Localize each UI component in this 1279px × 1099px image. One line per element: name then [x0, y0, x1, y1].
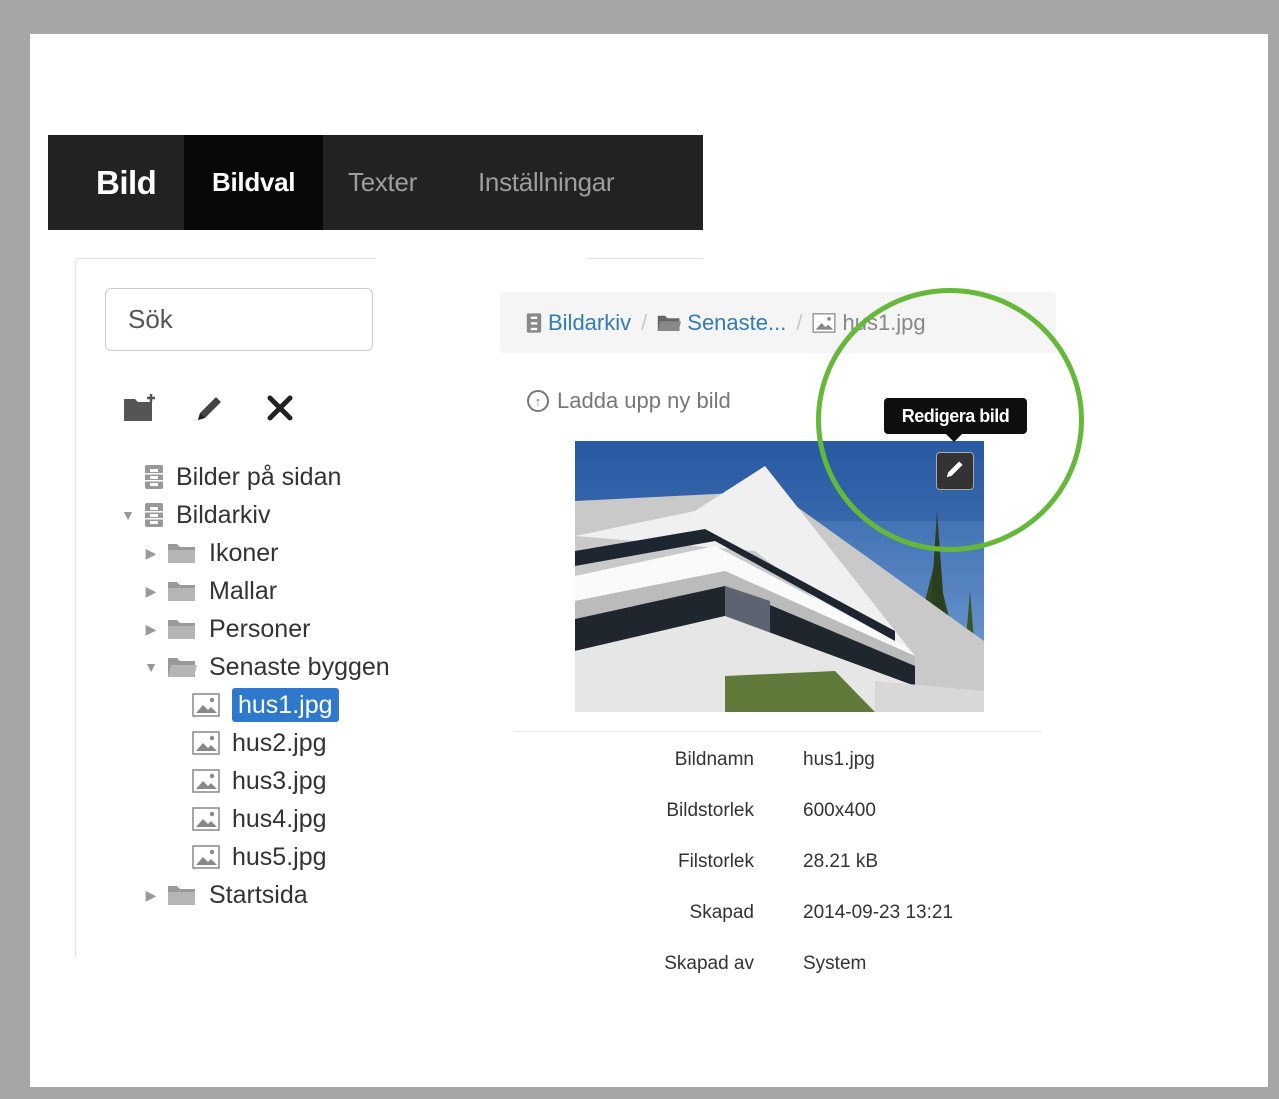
image-icon: [192, 769, 220, 793]
breadcrumb-label: hus1.jpg: [842, 309, 926, 335]
tree-item-bilder-pa-sidan[interactable]: Bilder på sidan: [120, 459, 341, 495]
folder-open-icon: [657, 313, 682, 333]
detail-value-filstorlek: 28.21 kB: [803, 851, 878, 872]
tree-item-label: Bildarkiv: [176, 500, 271, 529]
image-icon: [192, 693, 220, 717]
detail-key-bildnamn: Bildnamn: [674, 749, 754, 770]
caret-right-icon[interactable]: ▶: [143, 545, 159, 562]
tree-item-bildarkiv[interactable]: ▼ Bildarkiv: [120, 497, 270, 533]
upload-new-image-link[interactable]: ↑ Ladda upp ny bild: [527, 388, 731, 414]
detail-value-bildstorlek: 600x400: [803, 800, 876, 821]
image-icon: [192, 731, 220, 755]
archive-icon: [144, 502, 164, 528]
breadcrumb-separator: /: [796, 309, 803, 335]
panel-mask: [703, 230, 1103, 290]
top-navbar: Bild Bildval Texter Inställningar: [48, 135, 703, 230]
detail-key-bildstorlek: Bildstorlek: [666, 800, 754, 821]
tab-texter[interactable]: Texter: [320, 135, 445, 230]
image-icon: [192, 845, 220, 869]
archive-icon: [144, 464, 164, 490]
close-icon[interactable]: [260, 390, 300, 426]
image-preview: [575, 441, 984, 712]
edit-image-tooltip: Redigera bild: [884, 398, 1027, 434]
breadcrumb-senaste[interactable]: Senaste...: [657, 310, 786, 336]
upload-icon: ↑: [527, 390, 549, 412]
image-icon: [812, 312, 836, 333]
search-input[interactable]: [105, 288, 373, 351]
tree-item-label: Ikoner: [209, 538, 279, 567]
folder-icon: [167, 617, 197, 641]
detail-key-filstorlek: Filstorlek: [677, 851, 754, 872]
tree-item-label: Senaste byggen: [209, 652, 390, 681]
tree-item-ikoner[interactable]: ▶ Ikoner: [143, 535, 279, 571]
panel-gap: [376, 248, 586, 268]
folder-open-icon: [167, 655, 197, 679]
tree-item-hus4[interactable]: hus4.jpg: [192, 801, 327, 837]
caret-right-icon[interactable]: ▶: [143, 621, 159, 638]
caret-down-icon[interactable]: ▼: [120, 507, 136, 523]
folder-icon: [167, 541, 197, 565]
tree-item-label: Startsida: [209, 880, 308, 909]
detail-value-skapad-av: System: [803, 953, 867, 974]
pencil-icon[interactable]: [190, 390, 230, 426]
tree-item-hus1[interactable]: hus1.jpg: [192, 687, 339, 723]
tooltip-arrow: [946, 434, 962, 442]
edit-image-button[interactable]: [936, 452, 974, 490]
pencil-icon: [944, 458, 966, 485]
detail-value-skapad: 2014-09-23 13:21: [803, 902, 954, 923]
tree-item-label: hus3.jpg: [232, 766, 327, 795]
tree-item-label: Mallar: [209, 576, 278, 605]
tree-item-label: Bilder på sidan: [176, 462, 342, 491]
tree-item-label: hus1.jpg: [232, 688, 339, 722]
tree-item-label: hus4.jpg: [232, 804, 327, 833]
breadcrumb-label: Bildarkiv: [548, 309, 632, 335]
new-folder-icon[interactable]: [120, 390, 160, 426]
caret-right-icon[interactable]: ▶: [143, 887, 159, 904]
tree-item-hus3[interactable]: hus3.jpg: [192, 763, 327, 799]
tree-item-hus5[interactable]: hus5.jpg: [192, 839, 327, 875]
breadcrumb-label: Senaste...: [687, 309, 787, 335]
tree-item-senaste-byggen[interactable]: ▼ Senaste byggen: [143, 649, 390, 685]
folder-icon: [167, 579, 197, 603]
tree-item-mallar[interactable]: ▶ Mallar: [143, 573, 277, 609]
detail-value-bildnamn: hus1.jpg: [803, 749, 875, 770]
caret-right-icon[interactable]: ▶: [143, 583, 159, 600]
nav-brand[interactable]: Bild: [96, 135, 157, 230]
tree-item-label: hus5.jpg: [232, 842, 327, 871]
folder-icon: [167, 883, 197, 907]
archive-icon: [526, 312, 542, 334]
details-divider: [514, 731, 1042, 732]
tree-item-label: hus2.jpg: [232, 728, 327, 757]
tree-item-startsida[interactable]: ▶ Startsida: [143, 877, 308, 913]
detail-key-skapad: Skapad: [689, 902, 754, 923]
tab-bildval[interactable]: Bildval: [184, 135, 324, 230]
breadcrumb-current: hus1.jpg: [812, 309, 926, 336]
detail-key-skapad-av: Skapad av: [664, 953, 754, 974]
tree-item-personer[interactable]: ▶ Personer: [143, 611, 311, 647]
tab-installningar[interactable]: Inställningar: [450, 135, 642, 230]
image-icon: [192, 807, 220, 831]
tree-item-hus2[interactable]: hus2.jpg: [192, 725, 327, 761]
breadcrumb: Bildarkiv / Senaste... / hus1.jpg: [500, 292, 1056, 353]
breadcrumb-bildarkiv[interactable]: Bildarkiv: [526, 310, 631, 336]
tree-item-label: Personer: [209, 614, 311, 643]
caret-down-icon[interactable]: ▼: [143, 659, 159, 675]
upload-label: Ladda upp ny bild: [557, 388, 731, 413]
breadcrumb-separator: /: [641, 309, 648, 335]
